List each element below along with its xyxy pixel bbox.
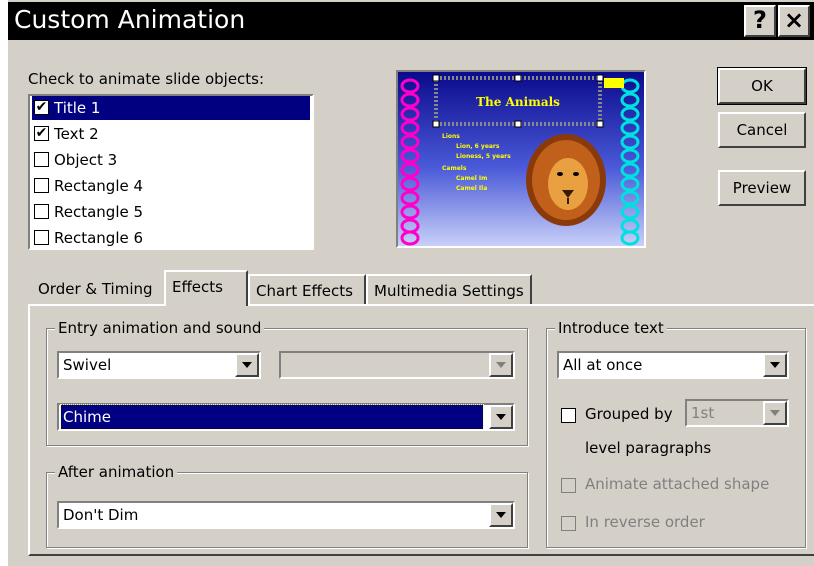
sound-select[interactable]: Chime	[57, 403, 515, 431]
entry-effect-select[interactable]: Swivel	[57, 351, 261, 379]
slide-bullet: Lioness, 5 years	[456, 153, 511, 160]
grouped-by-label: Grouped by	[585, 405, 673, 423]
entry-animation-group: Entry animation and sound Swivel Chime	[46, 319, 528, 446]
list-item[interactable]: Rectangle 4	[32, 174, 310, 198]
entry-animation-label: Entry animation and sound	[55, 319, 265, 337]
slide-title: The Animals	[476, 95, 560, 109]
slide-bullet: Camel Im	[456, 175, 487, 182]
grouped-by-checkbox[interactable]	[561, 408, 576, 423]
chevron-down-icon	[763, 401, 787, 425]
slide-bullet: Lion, 6 years	[456, 143, 500, 150]
introduce-text-group: Introduce text All at once Grouped by 1s…	[546, 319, 806, 548]
checkbox-title-1[interactable]: ✔	[34, 100, 49, 115]
slide-bullet: Camels	[442, 165, 467, 172]
slide-bullet: Camel Ila	[456, 185, 487, 192]
after-animation-select[interactable]: Don't Dim	[57, 501, 515, 529]
chevron-down-icon[interactable]	[235, 353, 259, 377]
checkbox-rectangle-5[interactable]	[34, 204, 49, 219]
list-item[interactable]: Rectangle 5	[32, 200, 310, 224]
ok-button[interactable]: OK	[717, 67, 807, 105]
tab-effects[interactable]: Effects	[164, 270, 248, 306]
list-item[interactable]: ✔ Title 1	[32, 96, 310, 120]
list-item[interactable]: ✔ Text 2	[32, 122, 310, 146]
lion-image	[526, 134, 606, 226]
cancel-button[interactable]: Cancel	[718, 112, 806, 148]
slide-bullet: Lions	[442, 133, 460, 140]
slide-thumbnail: The Animals Lions Lion, 6 years Lioness,…	[398, 72, 644, 246]
slide-preview: The Animals Lions Lion, 6 years Lioness,…	[396, 70, 646, 248]
introduce-text-select[interactable]: All at once	[557, 351, 789, 379]
checkbox-object-3[interactable]	[34, 152, 49, 167]
checkbox-rectangle-4[interactable]	[34, 178, 49, 193]
checkbox-text-2[interactable]: ✔	[34, 126, 49, 141]
checkbox-rectangle-6[interactable]	[34, 230, 49, 245]
introduce-text-label: Introduce text	[555, 319, 667, 337]
title-bar: Custom Animation ? ×	[8, 2, 814, 40]
after-animation-label: After animation	[55, 463, 178, 481]
list-item[interactable]: Rectangle 6	[32, 226, 310, 248]
tab-order-timing[interactable]: Order & Timing	[32, 274, 166, 304]
help-icon[interactable]: ?	[744, 5, 776, 37]
reverse-order-checkbox	[561, 516, 576, 531]
reverse-order-label: In reverse order	[585, 513, 705, 531]
chevron-down-icon	[489, 353, 513, 377]
custom-animation-dialog: Custom Animation ? × Check to animate sl…	[6, 0, 814, 566]
chevron-down-icon[interactable]	[763, 353, 787, 377]
after-animation-group: After animation Don't Dim	[46, 463, 528, 548]
effects-panel: Entry animation and sound Swivel Chime A…	[28, 304, 814, 556]
tab-chart-effects[interactable]: Chart Effects	[248, 274, 366, 304]
chevron-down-icon[interactable]	[489, 503, 513, 527]
tab-multimedia-settings[interactable]: Multimedia Settings	[366, 274, 532, 304]
preview-button[interactable]: Preview	[718, 170, 806, 206]
grouped-by-level-select: 1st	[685, 399, 789, 427]
slide-objects-list[interactable]: ✔ Title 1 ✔ Text 2 Object 3 Rectangle 4 …	[28, 94, 314, 250]
list-item[interactable]: Object 3	[32, 148, 310, 172]
window-title: Custom Animation	[14, 5, 246, 34]
objects-label: Check to animate slide objects:	[28, 70, 265, 88]
animate-attached-shape-checkbox	[561, 478, 576, 493]
animate-attached-shape-label: Animate attached shape	[585, 475, 770, 493]
entry-direction-select	[279, 351, 515, 379]
chevron-down-icon[interactable]	[489, 405, 513, 429]
level-paragraphs-label: level paragraphs	[585, 439, 712, 457]
close-icon[interactable]: ×	[778, 5, 810, 37]
